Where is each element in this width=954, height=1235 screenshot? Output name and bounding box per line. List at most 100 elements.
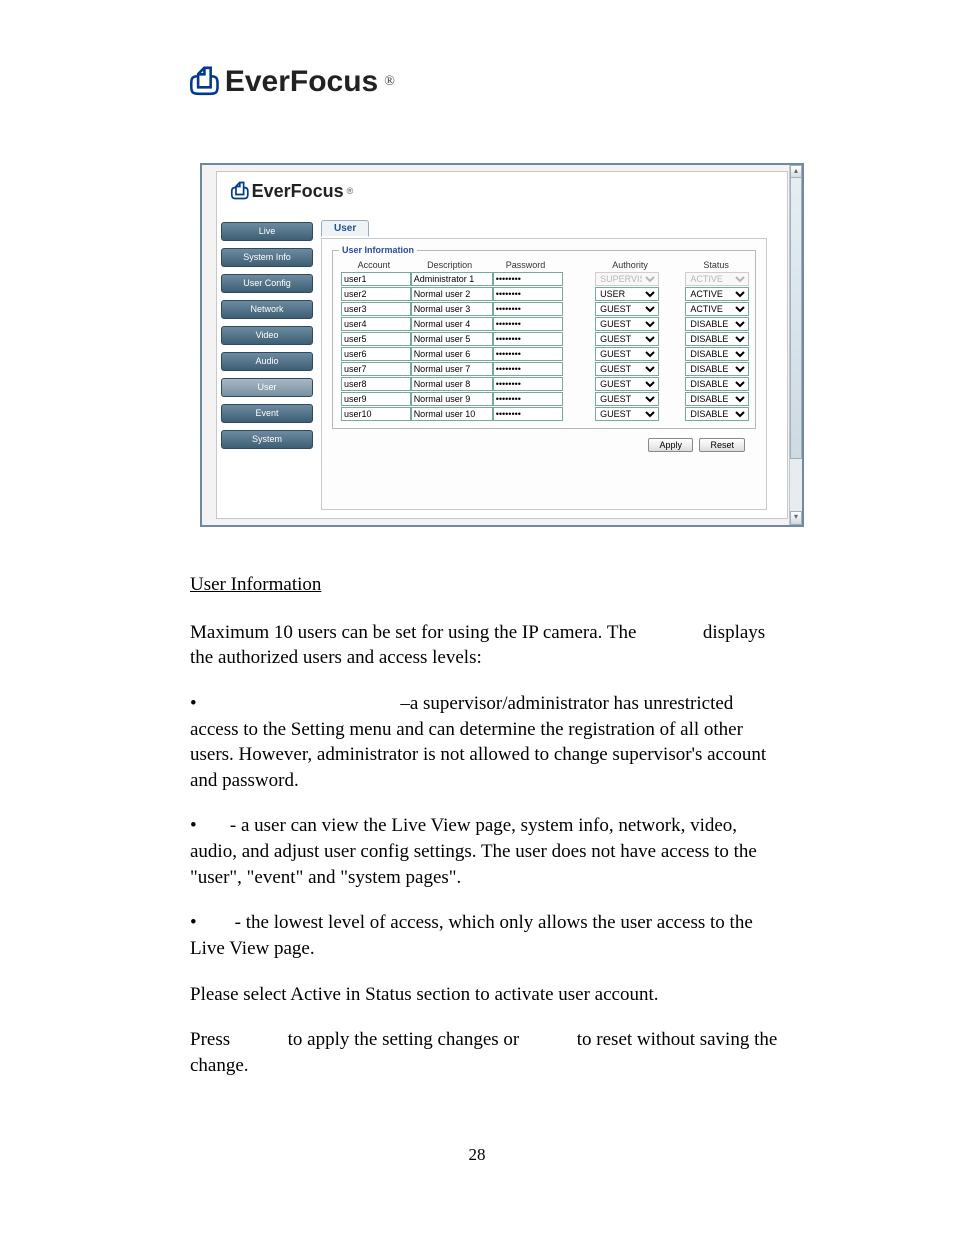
- password-input[interactable]: [493, 272, 563, 286]
- sidebar-item-user[interactable]: User: [221, 378, 313, 397]
- bullet-user: • - a user can view the Live View page, …: [190, 813, 784, 890]
- user-table: AccountDescriptionPasswordAuthorityStatu…: [339, 259, 749, 422]
- status-select[interactable]: DISABLE: [685, 392, 749, 406]
- authority-select[interactable]: GUEST: [595, 377, 659, 391]
- sidebar-item-video[interactable]: Video: [221, 326, 313, 345]
- account-input[interactable]: [341, 362, 411, 376]
- account-input[interactable]: [341, 272, 411, 286]
- column-header: Description: [409, 259, 491, 272]
- description-input[interactable]: [411, 302, 493, 316]
- sidebar-item-system-info[interactable]: System Info: [221, 248, 313, 267]
- status-select[interactable]: DISABLE: [685, 332, 749, 346]
- column-header: [560, 259, 593, 272]
- scroll-down-icon[interactable]: ▾: [790, 511, 802, 525]
- status-select[interactable]: DISABLE: [685, 377, 749, 391]
- sidebar-item-live[interactable]: Live: [221, 222, 313, 241]
- status-select[interactable]: DISABLE: [685, 317, 749, 331]
- status-select[interactable]: DISABLE: [685, 407, 749, 421]
- brand-name: EverFocus: [225, 65, 378, 99]
- authority-select[interactable]: GUEST: [595, 392, 659, 406]
- column-header: Account: [339, 259, 409, 272]
- authority-select[interactable]: GUEST: [595, 347, 659, 361]
- table-row: USER ACTIVE: [339, 287, 749, 302]
- account-input[interactable]: [341, 302, 411, 316]
- password-input[interactable]: [493, 377, 563, 391]
- description-input[interactable]: [411, 347, 493, 361]
- password-input[interactable]: [493, 317, 563, 331]
- password-input[interactable]: [493, 407, 563, 421]
- reset-button[interactable]: Reset: [699, 438, 745, 452]
- user-information-fieldset: User Information AccountDescriptionPassw…: [332, 245, 756, 429]
- scroll-thumb[interactable]: [790, 177, 802, 459]
- description-input[interactable]: [411, 332, 493, 346]
- password-input[interactable]: [493, 332, 563, 346]
- brand-logo: ⎙ EverFocus ®: [190, 60, 784, 103]
- table-row: GUEST DISABLE: [339, 317, 749, 332]
- authority-select[interactable]: USER: [595, 287, 659, 301]
- note: Please select Active in Status section t…: [190, 982, 784, 1008]
- blank-reset: [524, 1032, 572, 1050]
- intro-paragraph: Maximum 10 users can be set for using th…: [190, 620, 784, 671]
- inner-brand-glyph-icon: ⎙: [231, 178, 249, 204]
- tab-area: User User Information AccountDescription…: [321, 220, 767, 510]
- account-input[interactable]: [341, 407, 411, 421]
- inner-brand-name: EverFocus: [252, 181, 344, 202]
- inner-brand-logo: ⎙ EverFocus ®: [231, 178, 353, 204]
- page-number: 28: [0, 1145, 954, 1165]
- password-input[interactable]: [493, 347, 563, 361]
- account-input[interactable]: [341, 377, 411, 391]
- press-paragraph: Press to apply the setting changes or to…: [190, 1027, 784, 1078]
- sidebar-item-network[interactable]: Network: [221, 300, 313, 319]
- sidebar-item-user-config[interactable]: User Config: [221, 274, 313, 293]
- description-input[interactable]: [411, 317, 493, 331]
- password-input[interactable]: [493, 287, 563, 301]
- password-input[interactable]: [493, 362, 563, 376]
- sidebar-item-system[interactable]: System: [221, 430, 313, 449]
- status-select[interactable]: ACTIVE: [685, 302, 749, 316]
- column-header: Authority: [593, 259, 667, 272]
- description-input[interactable]: [411, 392, 493, 406]
- table-row: GUEST DISABLE: [339, 347, 749, 362]
- account-input[interactable]: [341, 287, 411, 301]
- sidebar-item-event[interactable]: Event: [221, 404, 313, 423]
- table-row: GUEST DISABLE: [339, 407, 749, 422]
- authority-select: SUPERVISOR: [595, 272, 659, 286]
- status-select[interactable]: DISABLE: [685, 347, 749, 361]
- authority-select[interactable]: GUEST: [595, 332, 659, 346]
- document-body: User Information Maximum 10 users can be…: [190, 572, 784, 1079]
- apply-button[interactable]: Apply: [648, 438, 693, 452]
- account-input[interactable]: [341, 332, 411, 346]
- blank-apply: [235, 1032, 283, 1050]
- account-input[interactable]: [341, 347, 411, 361]
- authority-select[interactable]: GUEST: [595, 362, 659, 376]
- description-input[interactable]: [411, 362, 493, 376]
- table-row: SUPERVISOR ACTIVE: [339, 272, 749, 287]
- fieldset-legend: User Information: [339, 245, 417, 255]
- ui-screenshot: ⎙ EverFocus ® Live System Info User Config…: [200, 163, 804, 527]
- sidebar-item-audio[interactable]: Audio: [221, 352, 313, 371]
- column-header: Status: [683, 259, 749, 272]
- account-input[interactable]: [341, 317, 411, 331]
- brand-registered: ®: [384, 74, 395, 90]
- account-input[interactable]: [341, 392, 411, 406]
- authority-select[interactable]: GUEST: [595, 302, 659, 316]
- table-row: GUEST ACTIVE: [339, 302, 749, 317]
- status-select[interactable]: DISABLE: [685, 362, 749, 376]
- table-row: GUEST DISABLE: [339, 362, 749, 377]
- table-row: GUEST DISABLE: [339, 377, 749, 392]
- description-input[interactable]: [411, 407, 493, 421]
- password-input[interactable]: [493, 302, 563, 316]
- column-header: [667, 259, 683, 272]
- authority-select[interactable]: GUEST: [595, 317, 659, 331]
- status-select[interactable]: ACTIVE: [685, 287, 749, 301]
- password-input[interactable]: [493, 392, 563, 406]
- scrollbar[interactable]: ▴ ▾: [789, 165, 802, 525]
- description-input[interactable]: [411, 287, 493, 301]
- status-select: ACTIVE: [685, 272, 749, 286]
- tab-user[interactable]: User: [321, 220, 369, 237]
- bullet-supervisor: • Supervisor/Administrator –a supervisor…: [190, 691, 784, 794]
- description-input[interactable]: [411, 272, 493, 286]
- table-row: GUEST DISABLE: [339, 392, 749, 407]
- authority-select[interactable]: GUEST: [595, 407, 659, 421]
- description-input[interactable]: [411, 377, 493, 391]
